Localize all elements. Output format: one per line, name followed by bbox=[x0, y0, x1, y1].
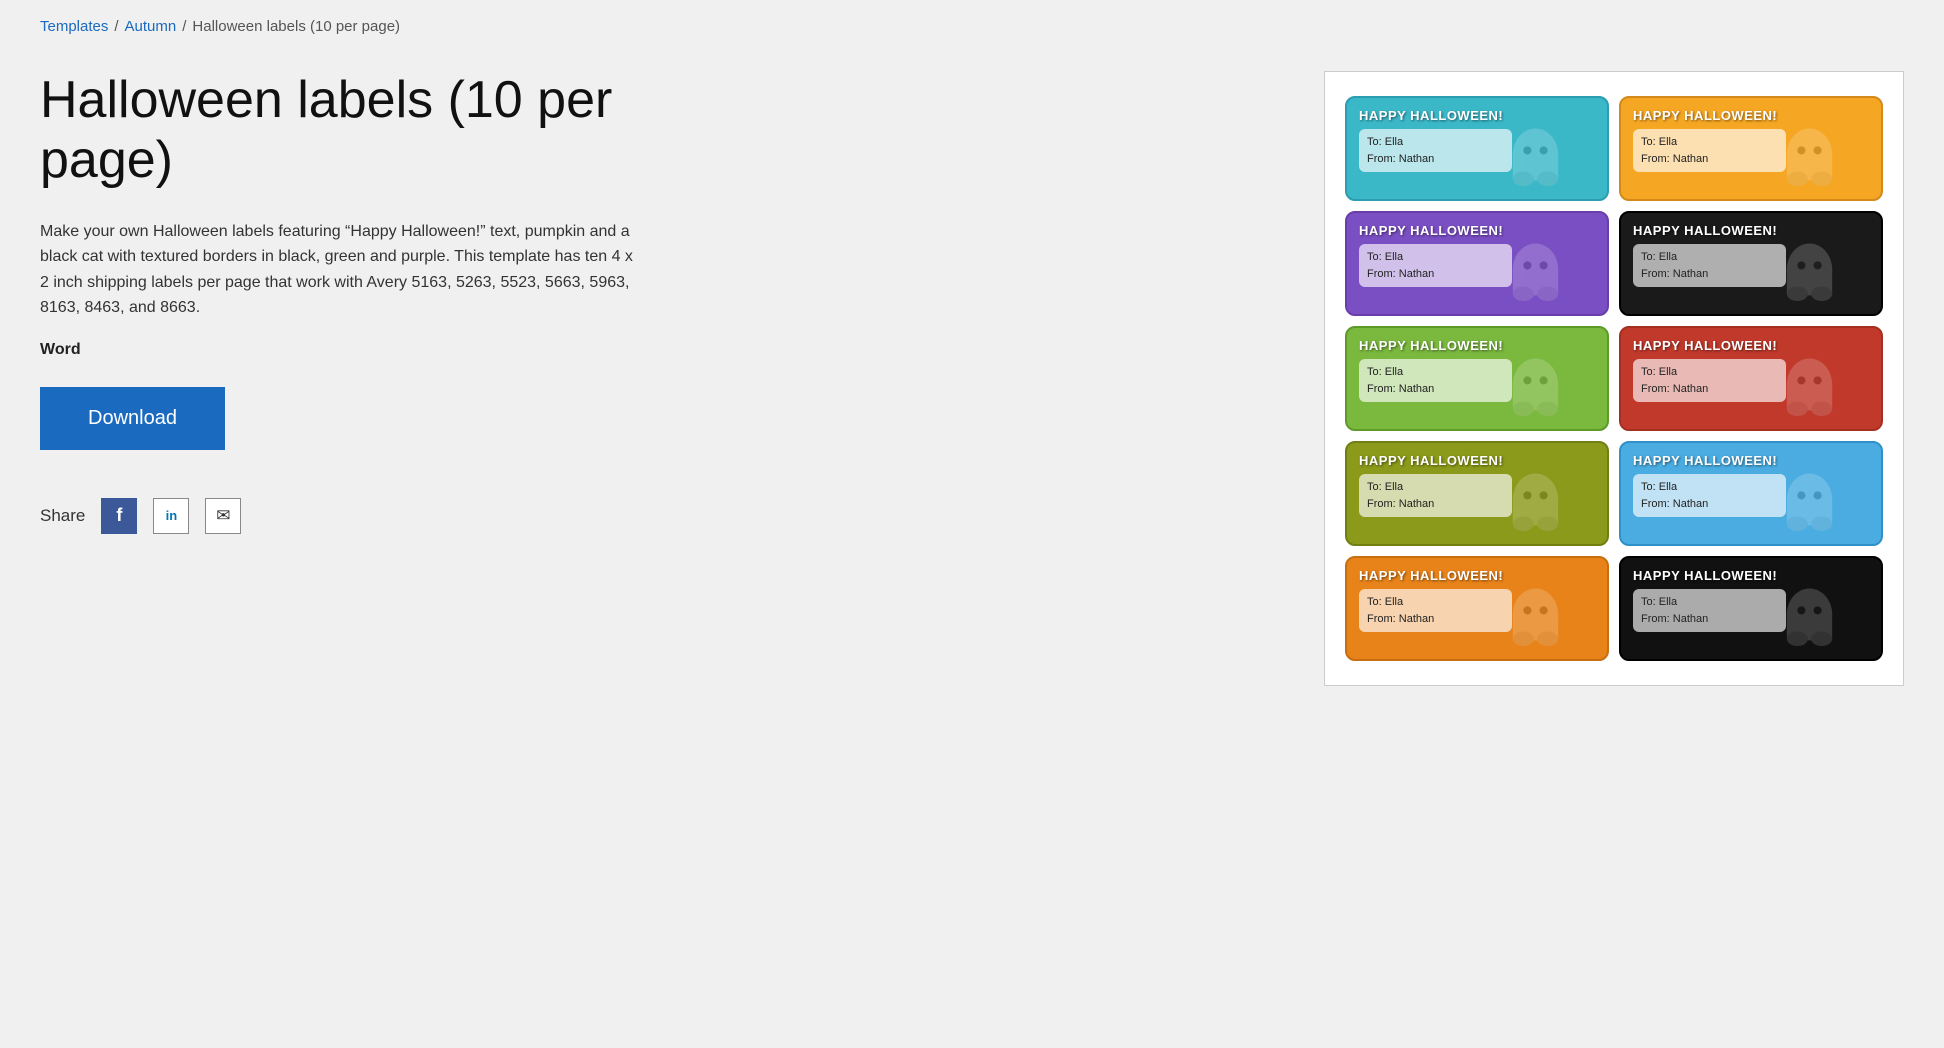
label-title: HAPPY HALLOWEEN! bbox=[1633, 568, 1869, 583]
breadcrumb-sep2: / bbox=[182, 18, 186, 35]
label-to: To: EllaFrom: Nathan bbox=[1641, 249, 1778, 282]
label-card: HAPPY HALLOWEEN! To: EllaFrom: Nathan bbox=[1619, 556, 1883, 661]
label-card: HAPPY HALLOWEEN! To: EllaFrom: Nathan bbox=[1345, 556, 1609, 661]
label-card: HAPPY HALLOWEEN! To: EllaFrom: Nathan bbox=[1345, 326, 1609, 431]
facebook-share-icon[interactable]: f bbox=[101, 498, 137, 534]
app-type: Word bbox=[40, 341, 680, 359]
label-to: To: EllaFrom: Nathan bbox=[1641, 479, 1778, 512]
page-description: Make your own Halloween labels featuring… bbox=[40, 219, 640, 321]
label-title: HAPPY HALLOWEEN! bbox=[1359, 108, 1595, 123]
label-card: HAPPY HALLOWEEN! To: EllaFrom: Nathan bbox=[1345, 96, 1609, 201]
share-label: Share bbox=[40, 506, 85, 526]
labels-grid: HAPPY HALLOWEEN! To: EllaFrom: Nathan HA… bbox=[1345, 96, 1883, 661]
preview-container: HAPPY HALLOWEEN! To: EllaFrom: Nathan HA… bbox=[1324, 71, 1904, 686]
label-to: To: EllaFrom: Nathan bbox=[1641, 134, 1778, 167]
label-card: HAPPY HALLOWEEN! To: EllaFrom: Nathan bbox=[1619, 441, 1883, 546]
label-title: HAPPY HALLOWEEN! bbox=[1359, 568, 1595, 583]
label-title: HAPPY HALLOWEEN! bbox=[1633, 108, 1869, 123]
page-title: Halloween labels (10 per page) bbox=[40, 71, 680, 191]
linkedin-share-icon[interactable]: in bbox=[153, 498, 189, 534]
label-card: HAPPY HALLOWEEN! To: EllaFrom: Nathan bbox=[1619, 96, 1883, 201]
label-title: HAPPY HALLOWEEN! bbox=[1633, 338, 1869, 353]
label-card: HAPPY HALLOWEEN! To: EllaFrom: Nathan bbox=[1345, 441, 1609, 546]
breadcrumb-templates-link[interactable]: Templates bbox=[40, 18, 108, 35]
label-title: HAPPY HALLOWEEN! bbox=[1359, 223, 1595, 238]
label-to: To: EllaFrom: Nathan bbox=[1367, 134, 1504, 167]
label-to: To: EllaFrom: Nathan bbox=[1641, 364, 1778, 397]
breadcrumb-current: Halloween labels (10 per page) bbox=[192, 18, 400, 35]
label-card: HAPPY HALLOWEEN! To: EllaFrom: Nathan bbox=[1619, 211, 1883, 316]
label-to: To: EllaFrom: Nathan bbox=[1641, 594, 1778, 627]
breadcrumb-sep1: / bbox=[114, 18, 118, 35]
label-title: HAPPY HALLOWEEN! bbox=[1359, 453, 1595, 468]
download-button[interactable]: Download bbox=[40, 387, 225, 450]
label-title: HAPPY HALLOWEEN! bbox=[1359, 338, 1595, 353]
label-title: HAPPY HALLOWEEN! bbox=[1633, 223, 1869, 238]
breadcrumb: Templates / Autumn / Halloween labels (1… bbox=[40, 18, 1904, 35]
label-to: To: EllaFrom: Nathan bbox=[1367, 594, 1504, 627]
label-card: HAPPY HALLOWEEN! To: EllaFrom: Nathan bbox=[1619, 326, 1883, 431]
label-to: To: EllaFrom: Nathan bbox=[1367, 479, 1504, 512]
label-card: HAPPY HALLOWEEN! To: EllaFrom: Nathan bbox=[1345, 211, 1609, 316]
label-to: To: EllaFrom: Nathan bbox=[1367, 364, 1504, 397]
label-to: To: EllaFrom: Nathan bbox=[1367, 249, 1504, 282]
label-title: HAPPY HALLOWEEN! bbox=[1633, 453, 1869, 468]
email-share-icon[interactable]: ✉ bbox=[205, 498, 241, 534]
breadcrumb-autumn-link[interactable]: Autumn bbox=[125, 18, 177, 35]
